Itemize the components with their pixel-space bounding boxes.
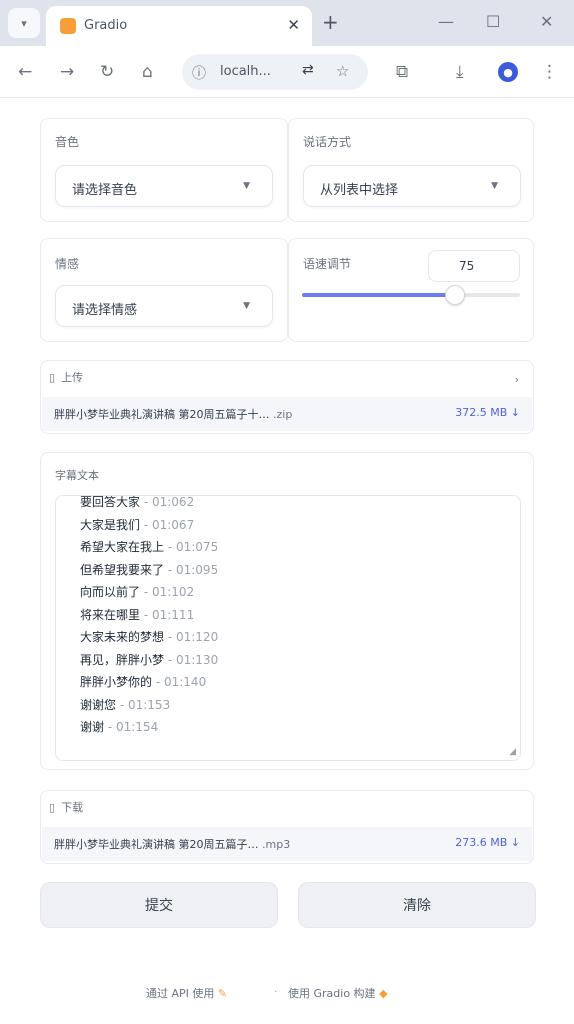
speed-number-input[interactable]: 75 <box>428 250 520 282</box>
upload-label: 上传 <box>61 371 84 384</box>
subtitle-line: 谢谢您 - 01:153 <box>80 697 171 712</box>
upload-header: ▯ 上传 <box>49 367 83 387</box>
subtitle-card: 字幕文本 ◢ 要回答大家 - 01:062 大家是我们 - 01:067 希望大家在… <box>40 452 534 770</box>
emotion-select[interactable]: 请选择情感 ▼ <box>55 285 273 327</box>
subtitle-line: 大家未来的梦想 - 01:120 <box>80 630 219 644</box>
speed-slider[interactable] <box>302 285 520 305</box>
rocket-icon: ✎ <box>217 987 228 1000</box>
submit-button[interactable]: 提交 <box>40 882 278 928</box>
upload-file-card: ▯ 上传 › 胖胖小梦毕业典礼演讲稿 第20周五篇子十… .zip 372.5 … <box>40 360 534 434</box>
minimize-icon[interactable]: — <box>438 12 454 31</box>
speed-slider-thumb[interactable] <box>445 285 465 305</box>
tab-title: Gradio <box>84 18 128 33</box>
gradio-logo-icon: ◆ <box>379 987 388 1000</box>
speed-slider-fill <box>302 293 455 297</box>
home-icon[interactable]: ⌂ <box>142 62 153 82</box>
subtitle-line: 希望大家在我上 - 01:075 <box>80 540 219 554</box>
tab-search-button[interactable]: ▾ <box>8 8 40 38</box>
profile-avatar-icon[interactable]: ● <box>498 62 518 82</box>
subtitle-line: 向而以前了 - 01:102 <box>80 585 195 599</box>
file-icon: ▯ <box>49 370 56 384</box>
more-menu-icon[interactable]: ⋮ <box>541 62 558 82</box>
extensions-icon[interactable]: ⧉ <box>396 62 408 82</box>
gradio-favicon-icon <box>60 18 76 34</box>
subtitle-line: 但希望我要来了 - 01:095 <box>80 562 219 577</box>
download-file-name[interactable]: 胖胖小梦毕业典礼演讲稿 第20周五篇子… .mp3 <box>54 836 290 852</box>
clear-button[interactable]: 清除 <box>298 882 536 928</box>
upload-file-size[interactable]: 372.5 MB ↓ <box>455 406 520 419</box>
subtitle-textarea[interactable]: ◢ 要回答大家 - 01:062 大家是我们 - 01:067 希望大家在我上 - … <box>55 495 521 761</box>
upload-file-name[interactable]: 胖胖小梦毕业典礼演讲稿 第20周五篇子十… .zip <box>54 406 292 422</box>
download-label: 下载 <box>61 801 84 814</box>
voice-select[interactable]: 请选择音色 ▼ <box>55 165 273 207</box>
resize-handle-icon[interactable]: ◢ <box>509 747 516 757</box>
style-card: 说话方式 从列表中选择 ▼ <box>288 118 534 222</box>
back-icon[interactable]: ← <box>18 62 32 82</box>
new-tab-icon[interactable]: + <box>322 10 339 34</box>
footer-separator: · <box>274 985 278 998</box>
bookmark-star-icon[interactable]: ☆ <box>336 62 349 80</box>
browser-toolbar: ← → ↻ ⌂ ⓘ localh... ⇄ ☆ ⧉ ⤓ ⋮ <box>0 46 574 98</box>
browser-tab-bar: ▾ Gradio ✕ + — ☐ ✕ <box>0 0 574 46</box>
subtitle-label: 字幕文本 <box>55 469 99 482</box>
forward-icon[interactable]: → <box>60 62 74 82</box>
translate-icon[interactable]: ⇄ <box>302 62 314 78</box>
download-file-row[interactable]: 胖胖小梦毕业典礼演讲稿 第20周五篇子… .mp3 273.6 MB ↓ <box>42 827 532 861</box>
style-label: 说话方式 <box>303 135 352 149</box>
built-with-gradio-link[interactable]: 使用 Gradio 构建 ◆ <box>288 985 388 1001</box>
dropdown-caret-icon: ▼ <box>243 301 250 311</box>
speed-value: 75 <box>459 259 475 273</box>
dropdown-caret-icon: ▼ <box>491 181 498 191</box>
voice-label: 音色 <box>55 135 80 149</box>
speed-label: 语速调节 <box>303 257 352 271</box>
api-link[interactable]: 通过 API 使用 ✎ <box>146 985 227 1001</box>
upload-file-row[interactable]: 胖胖小梦毕业典礼演讲稿 第20周五篇子十… .zip 372.5 MB ↓ <box>42 397 532 431</box>
emotion-label: 情感 <box>55 257 80 271</box>
download-icon[interactable]: ⤓ <box>456 62 464 82</box>
reload-icon[interactable]: ↻ <box>100 62 114 82</box>
subtitle-line: 再见，胖胖小梦 - 01:130 <box>80 652 219 667</box>
browser-tab[interactable]: Gradio ✕ <box>46 6 312 46</box>
tab-close-icon[interactable]: ✕ <box>287 16 300 34</box>
voice-card: 音色 请选择音色 ▼ <box>40 118 288 222</box>
page-viewport: 音色 请选择音色 ▼ 说话方式 从列表中选择 ▼ 情感 请选择情感 ▼ 语速调节… <box>0 98 574 1024</box>
file-icon: ▯ <box>49 800 56 814</box>
subtitle-line: 将来在哪里 - 01:111 <box>80 607 195 622</box>
style-select[interactable]: 从列表中选择 ▼ <box>303 165 521 207</box>
collapse-chevron-icon[interactable]: › <box>515 373 519 386</box>
subtitle-line: 要回答大家 - 01:062 <box>80 495 195 509</box>
emotion-card: 情感 请选择情感 ▼ <box>40 238 288 342</box>
subtitle-line: 谢谢 - 01:154 <box>80 720 159 734</box>
download-file-card: ▯ 下载 胖胖小梦毕业典礼演讲稿 第20周五篇子… .mp3 273.6 MB … <box>40 790 534 864</box>
voice-select-value: 请选择音色 <box>72 183 138 198</box>
emotion-select-value: 请选择情感 <box>72 303 138 318</box>
url-text: localh... <box>220 64 271 79</box>
style-select-value: 从列表中选择 <box>320 183 399 198</box>
chevron-down-icon: ▾ <box>21 16 27 30</box>
download-header: ▯ 下载 <box>49 797 83 817</box>
window-close-icon[interactable]: ✕ <box>540 12 553 31</box>
site-info-icon[interactable]: ⓘ <box>192 63 206 83</box>
download-file-size[interactable]: 273.6 MB ↓ <box>455 836 520 849</box>
subtitle-line: 大家是我们 - 01:067 <box>80 517 195 532</box>
maximize-icon[interactable]: ☐ <box>486 12 500 31</box>
subtitle-line: 胖胖小梦你的 - 01:140 <box>80 675 207 689</box>
address-bar[interactable]: ⓘ localh... ⇄ ☆ <box>182 54 368 90</box>
dropdown-caret-icon: ▼ <box>243 181 250 191</box>
